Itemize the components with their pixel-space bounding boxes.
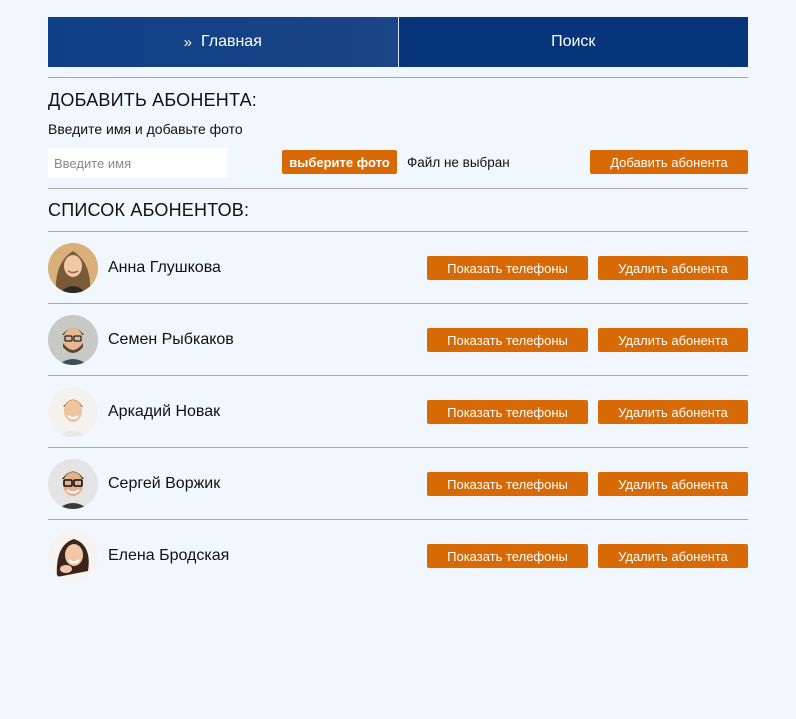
delete-subscriber-button[interactable]: Удалить абонента	[598, 544, 748, 568]
nav-tab-search-label: Поиск	[551, 33, 596, 50]
avatar-man-glasses-icon	[48, 459, 98, 509]
top-nav: » Главная Поиск	[48, 17, 748, 67]
avatar-man-glasses-beard-icon	[48, 315, 98, 365]
subscriber-name: Семен Рыбкаков	[108, 331, 234, 348]
subscriber-list: Анна Глушкова Показать телефоны Удалить …	[48, 232, 748, 591]
delete-subscriber-button[interactable]: Удалить абонента	[598, 400, 748, 424]
nav-tab-search[interactable]: Поиск	[398, 17, 748, 67]
avatar-man-smiling-icon	[48, 387, 98, 437]
subscriber-name: Елена Бродская	[108, 547, 230, 564]
show-phones-button[interactable]: Показать телефоны	[427, 472, 588, 496]
page-container: » Главная Поиск ДОБАВИТЬ АБОНЕНТА: Введи…	[48, 17, 748, 591]
subscriber-item: Сергей Воржик Показать телефоны Удалить …	[48, 448, 748, 519]
add-section-hint: Введите имя и добавьте фото	[48, 121, 243, 137]
avatar-woman-brunette-icon	[48, 531, 98, 581]
subscriber-name: Аркадий Новак	[108, 403, 221, 420]
avatar-woman-blonde-icon	[48, 243, 98, 293]
show-phones-button[interactable]: Показать телефоны	[427, 256, 588, 280]
nav-tab-home[interactable]: » Главная	[48, 17, 399, 67]
subscriber-item: Елена Бродская Показать телефоны Удалить…	[48, 520, 748, 591]
show-phones-button[interactable]: Показать телефоны	[427, 400, 588, 424]
delete-subscriber-button[interactable]: Удалить абонента	[598, 328, 748, 352]
choose-photo-button[interactable]: выберите фото	[282, 150, 397, 174]
avatar	[48, 459, 98, 509]
subscriber-item: Анна Глушкова Показать телефоны Удалить …	[48, 232, 748, 303]
file-status: Файл не выбран	[407, 155, 510, 170]
nav-tab-home-label: Главная	[200, 33, 262, 50]
avatar	[48, 243, 98, 293]
name-input[interactable]	[48, 148, 227, 178]
subscriber-name: Анна Глушкова	[108, 259, 221, 276]
list-section-title: СПИСОК АБОНЕНТОВ:	[48, 200, 250, 220]
add-section-title: ДОБАВИТЬ АБОНЕНТА:	[48, 90, 257, 110]
show-phones-button[interactable]: Показать телефоны	[427, 328, 588, 352]
add-subscriber-form: выберите фото Файл не выбран Добавить аб…	[48, 148, 748, 178]
delete-subscriber-button[interactable]: Удалить абонента	[598, 472, 748, 496]
show-phones-button[interactable]: Показать телефоны	[427, 544, 588, 568]
avatar	[48, 315, 98, 365]
subscriber-item: Семен Рыбкаков Показать телефоны Удалить…	[48, 304, 748, 375]
subscriber-item: Аркадий Новак Показать телефоны Удалить …	[48, 376, 748, 447]
add-subscriber-button[interactable]: Добавить абонента	[590, 150, 748, 174]
chevron-right-icon: »	[183, 33, 192, 51]
subscriber-name: Сергей Воржик	[108, 475, 221, 492]
delete-subscriber-button[interactable]: Удалить абонента	[598, 256, 748, 280]
avatar	[48, 531, 98, 581]
avatar	[48, 387, 98, 437]
